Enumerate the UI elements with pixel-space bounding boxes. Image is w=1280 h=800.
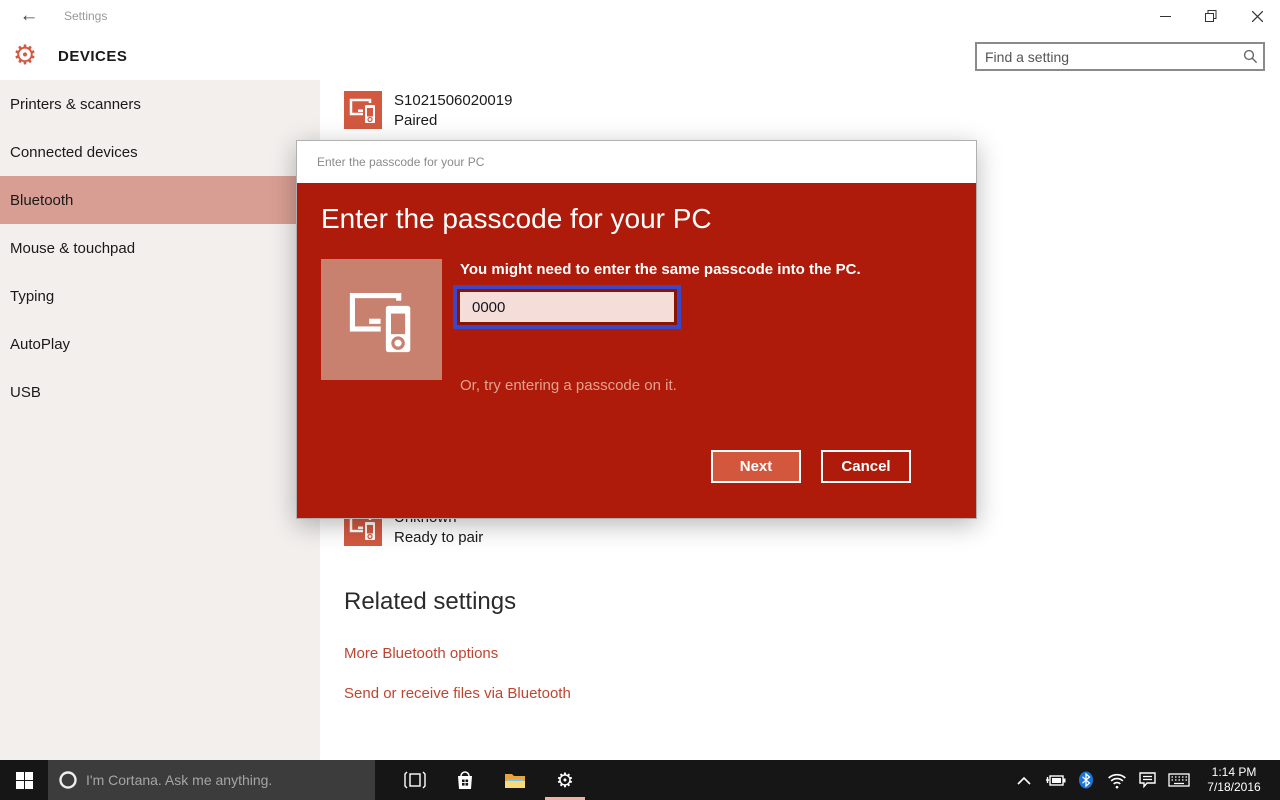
start-button[interactable]	[0, 760, 48, 800]
store-button[interactable]	[440, 760, 490, 800]
dialog-title: Enter the passcode for your PC	[297, 155, 484, 169]
search-input[interactable]	[977, 49, 1237, 65]
file-explorer-button[interactable]	[490, 760, 540, 800]
cortana-search-box[interactable]	[48, 760, 375, 800]
page-header: ⚙ DEVICES	[0, 32, 1280, 80]
sidebar-item-label: Typing	[10, 288, 54, 305]
cancel-button[interactable]: Cancel	[821, 450, 911, 483]
sidebar-item-connected-devices[interactable]: Connected devices	[0, 128, 320, 176]
more-bluetooth-options-link[interactable]: More Bluetooth options	[344, 645, 498, 662]
action-center-button[interactable]	[1132, 772, 1163, 788]
sidebar-item-typing[interactable]: Typing	[0, 272, 320, 320]
battery-status[interactable]	[1039, 774, 1070, 787]
device-item-paired[interactable]: S1021506020019 Paired	[344, 91, 512, 131]
title-bar: ← Settings	[0, 0, 1280, 32]
clock-date: 7/18/2016	[1194, 780, 1274, 795]
bluetooth-status[interactable]	[1070, 771, 1101, 789]
cortana-input[interactable]	[86, 772, 375, 788]
related-settings-heading: Related settings	[344, 588, 516, 616]
bluetooth-icon	[1078, 771, 1094, 789]
window-controls	[1142, 0, 1280, 32]
sidebar-item-printers-scanners[interactable]: Printers & scanners	[0, 80, 320, 128]
back-arrow-icon: ←	[20, 5, 39, 27]
sidebar-item-label: USB	[10, 384, 41, 401]
sidebar-item-label: AutoPlay	[10, 336, 70, 353]
sidebar-item-label: Printers & scanners	[10, 96, 141, 113]
dialog-device-tile	[321, 259, 442, 380]
minimize-icon	[1160, 11, 1171, 22]
windows-logo-icon	[16, 772, 33, 789]
task-view-button[interactable]	[390, 760, 440, 800]
chevron-up-icon	[1017, 776, 1031, 785]
close-icon	[1252, 11, 1263, 22]
clock-time: 1:14 PM	[1194, 765, 1274, 780]
system-tray: 1:14 PM 7/18/2016	[1008, 760, 1280, 800]
passcode-instruction: You might need to enter the same passcod…	[460, 261, 861, 278]
touch-keyboard-button[interactable]	[1163, 773, 1194, 787]
gear-icon: ⚙	[556, 768, 574, 793]
search-icon	[1237, 49, 1263, 64]
next-button[interactable]: Next	[711, 450, 801, 483]
taskbar-app-icons: ⚙	[390, 760, 590, 800]
device-info: S1021506020019 Paired	[394, 91, 512, 131]
file-explorer-icon	[504, 771, 526, 789]
dialog-body: Enter the passcode for your PC You might…	[297, 183, 976, 518]
alt-instruction: Or, try entering a passcode on it.	[460, 377, 677, 394]
send-receive-files-link[interactable]: Send or receive files via Bluetooth	[344, 685, 571, 702]
device-tile-icon	[344, 91, 382, 129]
page-title: DEVICES	[58, 32, 127, 80]
sidebar-item-mouse-touchpad[interactable]: Mouse & touchpad	[0, 224, 320, 272]
action-center-icon	[1139, 772, 1156, 788]
keyboard-icon	[1168, 773, 1190, 787]
sidebar-item-label: Mouse & touchpad	[10, 240, 135, 257]
settings-gear-icon: ⚙	[10, 40, 40, 70]
device-status: Paired	[394, 111, 512, 131]
cortana-icon	[58, 770, 78, 790]
back-button[interactable]: ←	[12, 0, 46, 32]
restore-button[interactable]	[1188, 0, 1234, 32]
monitor-phone-icon	[348, 96, 378, 124]
tray-chevron-button[interactable]	[1008, 776, 1039, 785]
network-status[interactable]	[1101, 772, 1132, 789]
find-setting-searchbox[interactable]	[975, 42, 1265, 71]
dialog-title-bar[interactable]: Enter the passcode for your PC	[297, 141, 976, 183]
minimize-button[interactable]	[1142, 0, 1188, 32]
taskbar: ⚙	[0, 760, 1280, 800]
device-name: S1021506020019	[394, 91, 512, 111]
sidebar: Printers & scanners Connected devices Bl…	[0, 80, 320, 760]
wifi-icon	[1107, 772, 1127, 789]
taskbar-clock[interactable]: 1:14 PM 7/18/2016	[1194, 765, 1280, 795]
passcode-field-focus-ring	[453, 285, 681, 329]
sidebar-item-bluetooth[interactable]: Bluetooth	[0, 176, 320, 224]
settings-app-button[interactable]: ⚙	[540, 760, 590, 800]
sidebar-item-autoplay[interactable]: AutoPlay	[0, 320, 320, 368]
passcode-input[interactable]	[460, 292, 674, 322]
dialog-heading: Enter the passcode for your PC	[321, 203, 712, 235]
device-status: Ready to pair	[394, 528, 483, 548]
monitor-phone-icon	[343, 284, 421, 356]
battery-charging-icon	[1044, 774, 1066, 787]
close-button[interactable]	[1234, 0, 1280, 32]
store-icon	[456, 770, 474, 790]
task-view-icon	[404, 771, 426, 789]
passcode-dialog: Enter the passcode for your PC Enter the…	[296, 140, 977, 519]
window-title: Settings	[64, 0, 107, 32]
passcode-field[interactable]	[457, 289, 677, 325]
screen: ← Settings ⚙ DEVICES	[0, 0, 1280, 800]
restore-icon	[1205, 10, 1217, 22]
sidebar-item-usb[interactable]: USB	[0, 368, 320, 416]
sidebar-item-label: Connected devices	[10, 144, 138, 161]
sidebar-item-label: Bluetooth	[10, 192, 73, 209]
